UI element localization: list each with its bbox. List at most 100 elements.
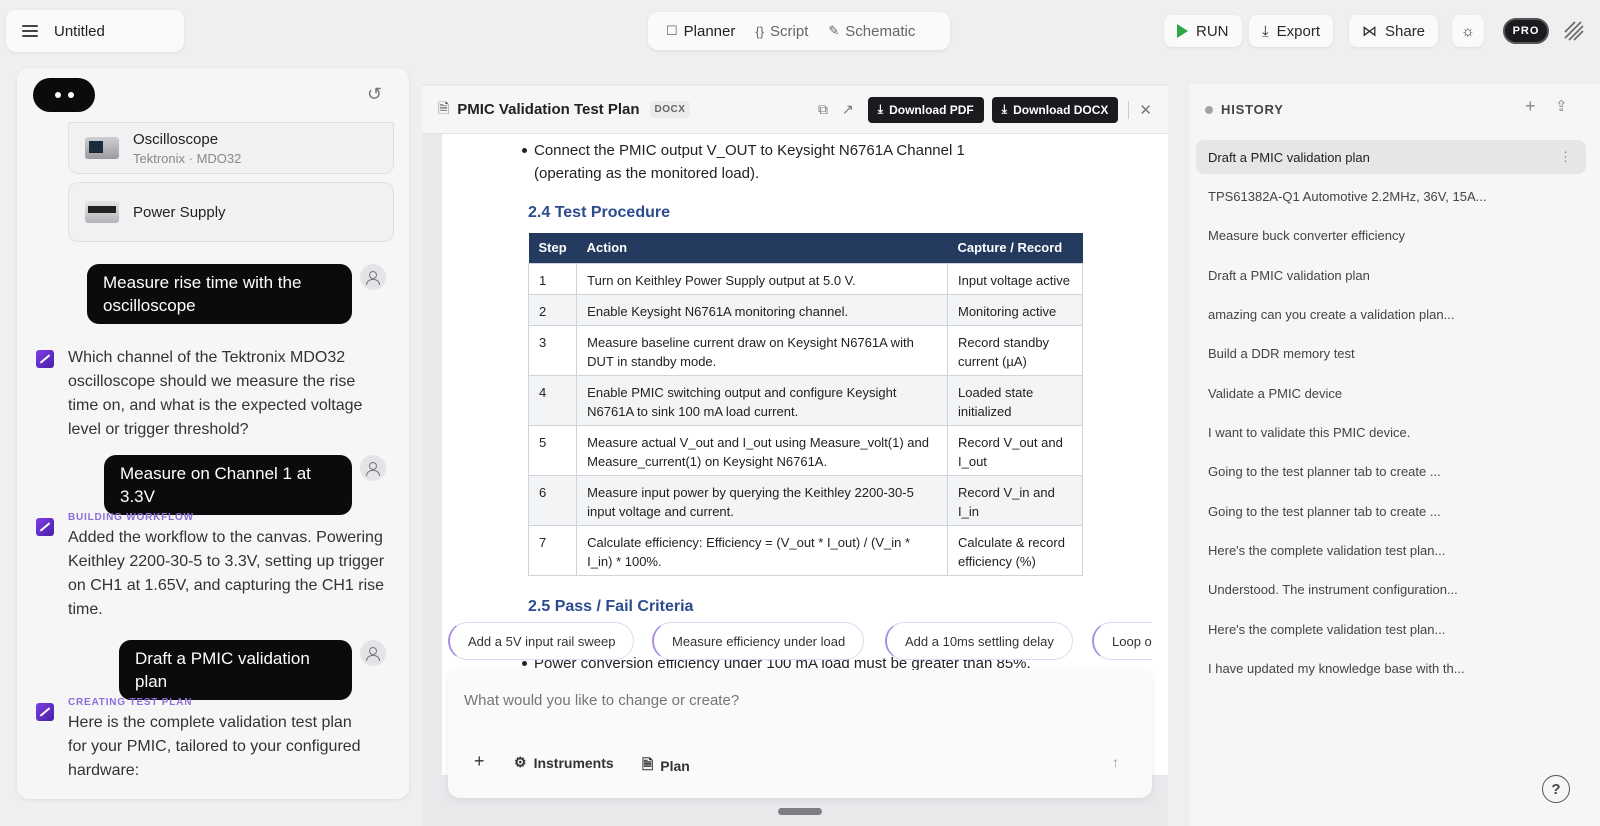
resize-handle[interactable] <box>778 808 822 815</box>
user-message: Measure rise time with the oscilloscope <box>87 264 352 324</box>
table-cell: 5 <box>527 424 578 476</box>
format-badge: DOCX <box>649 101 691 118</box>
suggestion-chip[interactable]: Measure efficiency under load <box>652 622 865 660</box>
table-cell: Record standby current (µA) <box>947 324 1083 376</box>
instrument-name: Oscilloscope <box>133 130 219 148</box>
new-chat-icon[interactable]: + <box>1525 96 1536 117</box>
history-header: HISTORY <box>1205 102 1284 117</box>
assistant-message: Here is the complete validation test pla… <box>68 714 361 779</box>
instrument-card-power-supply[interactable]: Power Supply <box>68 182 394 242</box>
history-item[interactable]: I have updated my knowledge base with th… <box>1196 651 1586 685</box>
history-item[interactable]: Here's the complete validation test plan… <box>1196 612 1586 646</box>
instrument-card-oscilloscope[interactable]: Oscilloscope Tektronix · MDO32 <box>68 122 394 174</box>
history-item[interactable]: I want to validate this PMIC device. <box>1196 415 1586 449</box>
table-cell: Enable PMIC switching output and configu… <box>576 374 948 426</box>
history-item[interactable]: Validate a PMIC device <box>1196 376 1586 410</box>
tab-schematic-label: Schematic <box>845 22 916 40</box>
plan-button[interactable]: 🗎 Plan <box>642 754 690 778</box>
share-button[interactable]: ⋈ Share <box>1349 15 1439 47</box>
document-icon: 🗎 <box>642 756 654 772</box>
assistant-logo-icon <box>36 518 54 536</box>
history-item[interactable]: amazing can you create a validation plan… <box>1196 297 1586 331</box>
instruments-button[interactable]: ⚙ Instruments <box>514 754 614 771</box>
suggestion-chip[interactable]: Add a 10ms settling delay <box>885 622 1073 660</box>
instruments-label: Instruments <box>533 754 614 771</box>
run-label: RUN <box>1196 22 1229 40</box>
title-card: Untitled <box>6 10 184 52</box>
document-header: 🗎 PMIC Validation Test Plan DOCX ⧉ ↗ ⤓ D… <box>422 86 1168 134</box>
copy-icon[interactable]: ⧉ <box>818 101 828 118</box>
brand-logo-icon <box>1561 18 1587 44</box>
history-item[interactable]: Draft a PMIC validation plan ⋮ <box>1196 140 1586 174</box>
user-message: Draft a PMIC validation plan <box>119 640 352 700</box>
table-cell: Measure actual V_out and I_out using Mea… <box>576 424 948 476</box>
table-cell: Loaded state initialized <box>947 374 1083 426</box>
table-cell: Measure baseline current draw on Keysigh… <box>576 324 948 376</box>
table-row: 7 Calculate efficiency: Efficiency = (V_… <box>527 524 1083 576</box>
run-button[interactable]: RUN <box>1164 15 1242 47</box>
export-label: Export <box>1276 22 1320 40</box>
share-label: Share <box>1385 22 1426 40</box>
pen-icon: ✎ <box>828 23 840 38</box>
instrument-name: Power Supply <box>133 203 226 221</box>
suggestion-chip[interactable]: Add a 5V input rail sweep <box>448 622 635 660</box>
status-dot-icon <box>1205 105 1213 114</box>
table-cell: Input voltage active <box>947 262 1083 295</box>
history-item[interactable]: Going to the test planner tab to create … <box>1196 494 1586 528</box>
table-header-capture: Capture / Record <box>947 233 1083 263</box>
help-icon[interactable]: ? <box>1542 775 1570 803</box>
download-pdf-button[interactable]: ⤓ Download PDF <box>867 96 984 123</box>
composer: + ⚙ Instruments 🗎 Plan ↑ <box>448 670 1152 798</box>
assistant-logo-icon <box>36 350 54 368</box>
oscilloscope-image <box>85 137 119 159</box>
table-row: 2 Enable Keysight N6761A monitoring chan… <box>527 293 1083 326</box>
chat-panel: ↺ Oscilloscope Tektronix · MDO32 Power S… <box>17 68 409 799</box>
history-reset-icon[interactable]: ↺ <box>367 84 382 105</box>
table-cell: Turn on Keithley Power Supply output at … <box>576 262 948 295</box>
history-item[interactable]: Going to the test planner tab to create … <box>1196 454 1586 488</box>
export-button[interactable]: ⤓ Export <box>1249 15 1333 47</box>
instrument-model: Tektronix · MDO32 <box>133 150 242 166</box>
assistant-avatar <box>33 78 95 112</box>
section-heading: 2.5 Pass / Fail Criteria <box>528 598 694 615</box>
table-cell: 7 <box>527 524 578 576</box>
prompt-input[interactable] <box>464 692 1124 709</box>
section-heading: 2.4 Test Procedure <box>528 204 670 221</box>
history-item[interactable]: Build a DDR memory test <box>1196 336 1586 370</box>
tab-schematic[interactable]: ✎ Schematic <box>820 17 923 46</box>
history-item[interactable]: Measure buck converter efficiency <box>1196 218 1586 252</box>
table-cell: Record V_out and I_out <box>947 424 1083 476</box>
history-item[interactable]: Here's the complete validation test plan… <box>1196 533 1586 567</box>
history-panel: HISTORY + ⇪ Draft a PMIC validation plan… <box>1190 84 1600 826</box>
history-item[interactable]: TPS61382A-Q1 Automotive 2.2MHz, 36V, 15A… <box>1196 179 1586 213</box>
theme-toggle[interactable]: ☼ <box>1452 15 1484 47</box>
history-item[interactable]: Draft a PMIC validation plan <box>1196 258 1586 292</box>
tab-planner[interactable]: ☐ Planner <box>658 17 743 46</box>
menu-icon[interactable] <box>22 25 38 37</box>
download-docx-label: Download DOCX <box>1013 102 1109 117</box>
suggestion-chip[interactable]: Loop ov <box>1092 622 1152 660</box>
document-title[interactable]: Untitled <box>54 23 105 40</box>
history-title: HISTORY <box>1221 102 1284 117</box>
table-row: 6 Measure input power by querying the Ke… <box>527 474 1083 526</box>
table-cell: 4 <box>527 374 578 426</box>
send-arrow-icon[interactable]: ↑ <box>1112 754 1119 770</box>
document-name: PMIC Validation Test Plan <box>457 101 640 118</box>
tab-script[interactable]: {} Script <box>747 17 816 46</box>
history-item[interactable]: Understood. The instrument configuration… <box>1196 572 1586 606</box>
procedure-table: Step Action Capture / Record 1 Turn on K… <box>527 233 1083 576</box>
file-icon: 🗎 <box>438 99 450 116</box>
play-icon <box>1177 24 1188 38</box>
table-header-action: Action <box>576 233 948 263</box>
status-tag: BUILDING WORKFLOW <box>68 512 194 523</box>
more-vertical-icon[interactable]: ⋮ <box>1559 149 1572 165</box>
close-icon[interactable]: ✕ <box>1139 101 1152 119</box>
table-header-step: Step <box>528 233 577 263</box>
download-docx-button[interactable]: ⤓ Download DOCX <box>991 96 1119 123</box>
upload-icon[interactable]: ⇪ <box>1555 97 1568 115</box>
divider <box>1128 100 1130 119</box>
power-supply-image <box>85 201 119 223</box>
open-external-icon[interactable]: ↗ <box>842 101 854 118</box>
assistant-message: Added the workflow to the canvas. Poweri… <box>68 529 385 618</box>
add-icon[interactable]: + <box>474 751 485 772</box>
